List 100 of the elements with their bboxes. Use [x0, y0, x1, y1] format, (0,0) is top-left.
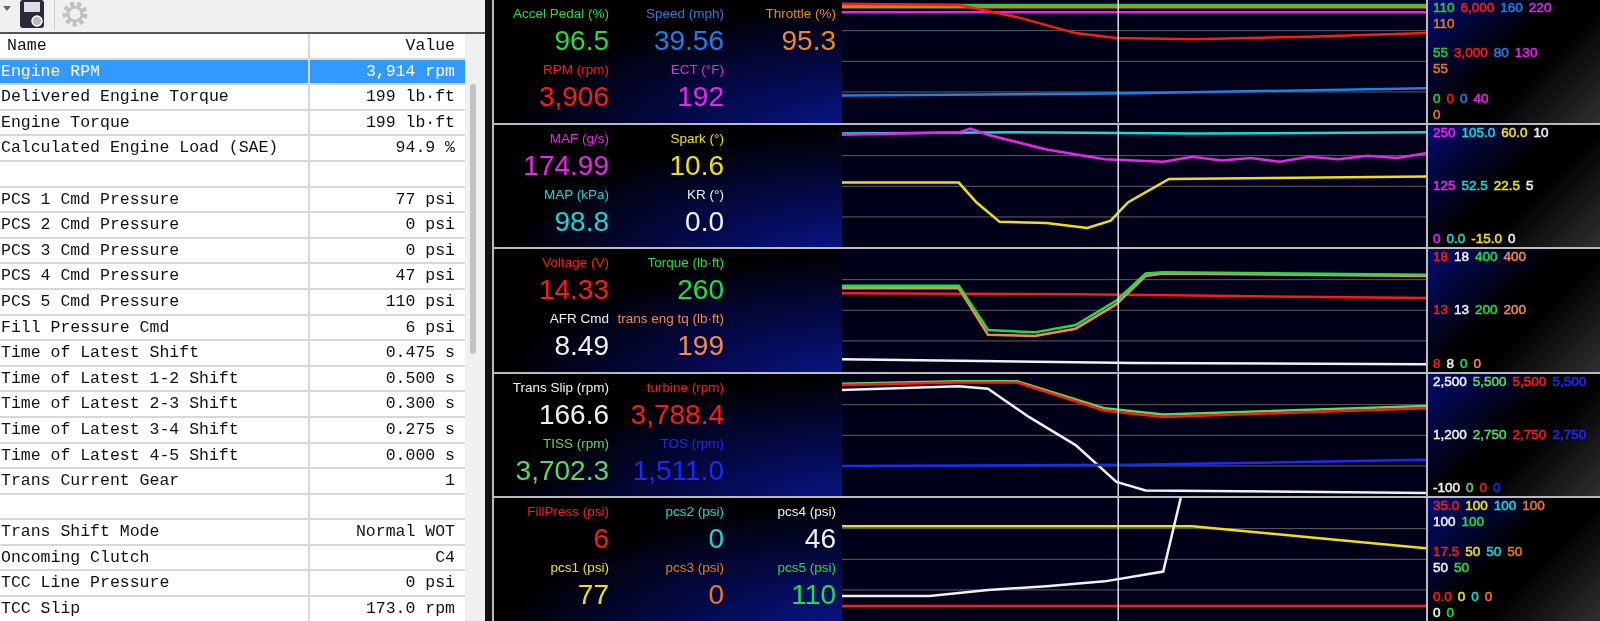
gauge-label: pcs4 (psi): [777, 504, 836, 520]
table-row[interactable]: Oncoming Clutch C4: [0, 545, 465, 572]
gauge-value: 3,788.4: [630, 398, 724, 430]
cursor-line[interactable]: [1117, 373, 1119, 497]
table-row[interactable]: PCS 1 Cmd Pressure 77 psi: [0, 187, 465, 214]
gauge-value: 6: [593, 523, 609, 555]
scale-label: 110: [1433, 0, 1455, 16]
gauge-value: 174.99: [523, 149, 609, 181]
table-row[interactable]: PCS 5 Cmd Pressure 110 psi: [0, 289, 465, 316]
scale-label: 0: [1460, 90, 1468, 107]
scale-label: 3,000: [1454, 45, 1488, 62]
scale-label: 100: [1433, 514, 1456, 531]
scale-label: 0: [1460, 355, 1468, 372]
gauge-value: 199: [677, 330, 724, 362]
scale-label: -15.0: [1471, 231, 1503, 248]
gauge-value: 46: [804, 523, 836, 555]
column-header[interactable]: Name: [0, 34, 310, 58]
table-row[interactable]: Time of Latest 3-4 Shift 0.275 s: [0, 417, 465, 444]
scale-label: 200: [1475, 302, 1498, 319]
scale-label: 22.5: [1493, 177, 1521, 194]
gauge-label: Accel Pedal (%): [512, 6, 609, 21]
scrollbar[interactable]: [465, 34, 485, 621]
scale-label: 0: [1466, 480, 1474, 497]
gauge-value: 110: [791, 579, 836, 611]
scale-label: 250: [1433, 124, 1456, 141]
scale-label: 0: [1484, 588, 1493, 605]
table-row[interactable]: PCS 4 Cmd Pressure 47 psi: [0, 264, 465, 290]
table-row[interactable]: Engine Torque 199 lb·ft: [0, 110, 465, 137]
gauge-label: Speed (mph): [645, 6, 724, 21]
scale-label: 50: [1486, 543, 1502, 560]
cursor-line[interactable]: [1117, 249, 1119, 372]
table-row[interactable]: Calculated Engine Load (SAE) 94.9 %: [0, 136, 465, 162]
scale-label: 200: [1503, 302, 1527, 319]
scale-label: 80: [1493, 45, 1509, 62]
scale-label: 100: [1461, 514, 1485, 531]
table-row[interactable]: PCS 2 Cmd Pressure 0 psi: [0, 213, 465, 239]
gauge-label: turbine (rpm): [646, 379, 724, 395]
gauge-value: 3,702.3: [515, 454, 609, 486]
scale-label: 400: [1475, 249, 1498, 266]
scale-label: 1,200: [1433, 427, 1467, 444]
scale-label: -100: [1433, 480, 1461, 497]
table-row[interactable]: Time of Latest 2-3 Shift 0.300 s: [0, 392, 465, 418]
scale-label: 0: [1493, 480, 1501, 497]
scale-label: 160: [1500, 0, 1523, 16]
scale-label: 0: [1433, 90, 1441, 107]
scale-label: 8: [1446, 355, 1455, 372]
table-row[interactable]: TCC Line Pressure 0 psi: [0, 571, 465, 598]
scale-label: 50: [1454, 559, 1470, 576]
gauge-value: 98.8: [554, 205, 609, 237]
table-row[interactable]: Time of Latest 4-5 Shift 0.000 s: [0, 443, 465, 470]
caret-icon[interactable]: [2, 6, 12, 12]
gauge-value: 10.6: [669, 149, 724, 181]
scale-label: 2,750: [1512, 427, 1547, 444]
scale-label: 0: [1433, 231, 1441, 248]
scale-label: 50: [1465, 543, 1481, 560]
scale-label: 105.0: [1461, 124, 1496, 141]
table-row[interactable]: PCS 3 Cmd Pressure 0 psi: [0, 238, 465, 265]
table-row[interactable]: Time of Latest 1-2 Shift 0.500 s: [0, 366, 465, 393]
cursor-line[interactable]: [1117, 498, 1119, 621]
scale-label: 2,750: [1552, 427, 1587, 444]
scale-label: 100: [1465, 498, 1488, 515]
column-header[interactable]: Value: [310, 34, 463, 58]
gauge-label: Spark (°): [670, 130, 724, 146]
gauge-label: ECT (°F): [670, 62, 724, 77]
scale-label: 100: [1522, 498, 1545, 515]
scale-label: 5,500: [1472, 373, 1507, 390]
gauge-value: 39.56: [653, 25, 724, 56]
scale-label: 0.0: [1433, 588, 1452, 605]
scale-label: 35.0: [1433, 498, 1460, 515]
cursor-line[interactable]: [1117, 124, 1119, 248]
gauge-value: 0.0: [685, 205, 724, 237]
gauge-label: TOS (rpm): [660, 435, 724, 451]
table-row[interactable]: Delivered Engine Torque 199 lb·ft: [0, 85, 465, 111]
gauge-label: pcs5 (psi): [777, 560, 836, 576]
scale-label: 55: [1433, 61, 1449, 78]
gauge-value: 166.6: [538, 398, 609, 430]
table-row[interactable]: Trans Shift Mode Normal WOT: [0, 520, 465, 546]
scrollbar-thumb[interactable]: [470, 84, 476, 354]
table-row[interactable]: Trans Current Gear 1: [0, 469, 465, 495]
gauge-value: 95.3: [781, 25, 836, 56]
scale-label: 220: [1528, 0, 1552, 16]
gauge-value: 0: [708, 579, 724, 611]
gauge-value: 96.5: [554, 25, 609, 56]
scale-label: 0: [1433, 604, 1441, 621]
gauge-value: 260: [677, 274, 724, 306]
scale-label: 40: [1473, 90, 1489, 107]
gauge-label: pcs3 (psi): [665, 560, 724, 576]
scale-label: 130: [1514, 45, 1538, 62]
cursor-line[interactable]: [1117, 0, 1119, 123]
scale-label: 0: [1446, 90, 1455, 107]
table-row[interactable]: Fill Pressure Cmd 6 psi: [0, 315, 465, 342]
scale-label: 13: [1454, 302, 1470, 319]
table-row[interactable]: Time of Latest Shift 0.475 s: [0, 341, 465, 367]
scale-label: 0: [1471, 588, 1479, 605]
scale-label: 2,500: [1433, 373, 1467, 390]
scale-label: 0.0: [1446, 231, 1466, 248]
gauge-label: KR (°): [687, 186, 724, 202]
gauge-value: 1,511.0: [632, 454, 724, 486]
scale-label: 5,500: [1512, 373, 1547, 390]
scale-label: 10: [1533, 124, 1549, 141]
